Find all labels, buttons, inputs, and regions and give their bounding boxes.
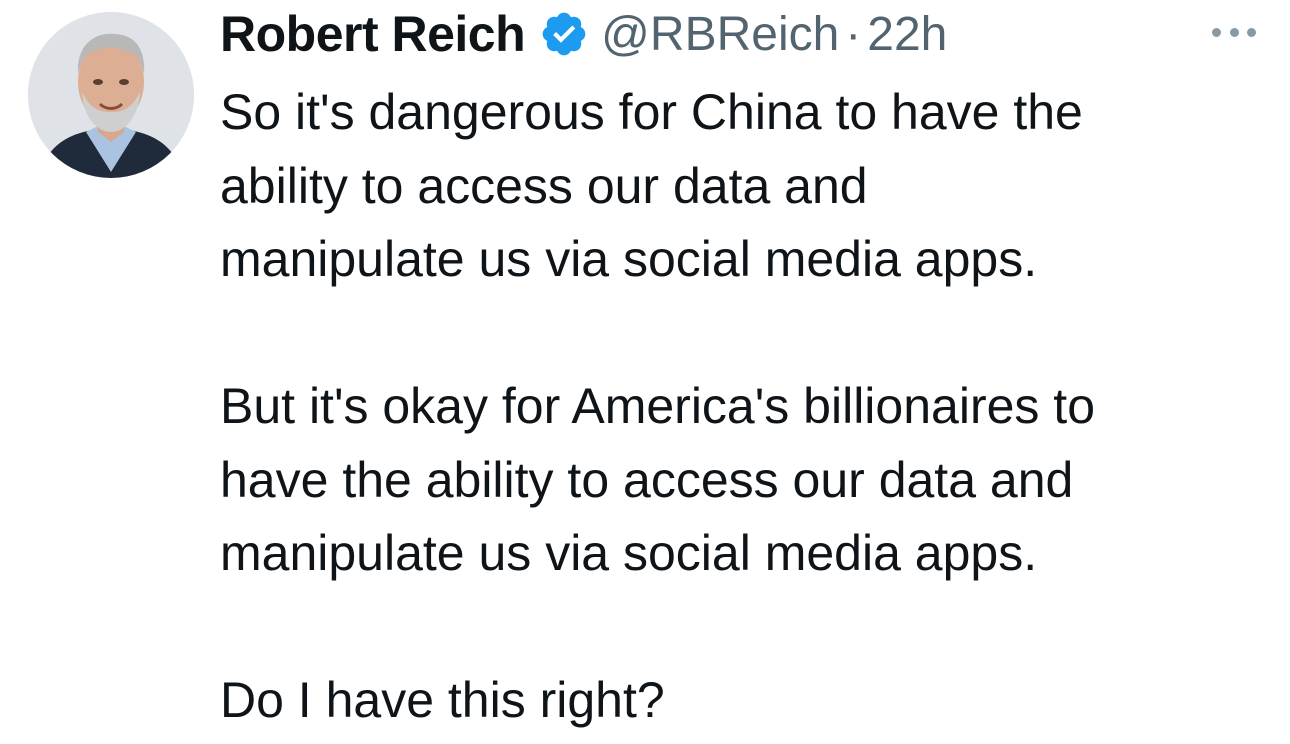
tweet-header: Robert Reich @RBReich · 22h xyxy=(220,2,947,66)
tweet-paragraph: Do I have this right? xyxy=(220,664,1260,738)
text-line: manipulate us via social media apps. xyxy=(220,231,1038,287)
user-avatar-photo xyxy=(28,12,194,178)
verified-badge-icon xyxy=(539,9,589,59)
avatar[interactable] xyxy=(28,12,194,178)
text-line: But it's okay for America's billionaires… xyxy=(220,378,1095,434)
user-handle[interactable]: @RBReich xyxy=(601,7,839,62)
text-line: manipulate us via social media apps. xyxy=(220,525,1038,581)
tweet-text: So it's dangerous for China to have the … xyxy=(220,76,1260,738)
display-name[interactable]: Robert Reich xyxy=(220,5,526,63)
tweet[interactable]: Robert Reich @RBReich · 22h So it's dang… xyxy=(0,0,1290,744)
text-line: ability to access our data and xyxy=(220,157,868,214)
tweet-paragraph: But it's okay for America's billionaires… xyxy=(220,370,1260,591)
separator-dot: · xyxy=(845,7,862,61)
timestamp[interactable]: 22h xyxy=(867,7,947,62)
text-line: have the ability to access our data and xyxy=(220,451,1074,508)
text-line: So it's dangerous for China to have the xyxy=(220,84,1083,140)
more-horizontal-icon[interactable] xyxy=(1212,22,1256,42)
text-line: Do I have this right? xyxy=(220,672,665,728)
tweet-paragraph: So it's dangerous for China to have the … xyxy=(220,76,1260,297)
